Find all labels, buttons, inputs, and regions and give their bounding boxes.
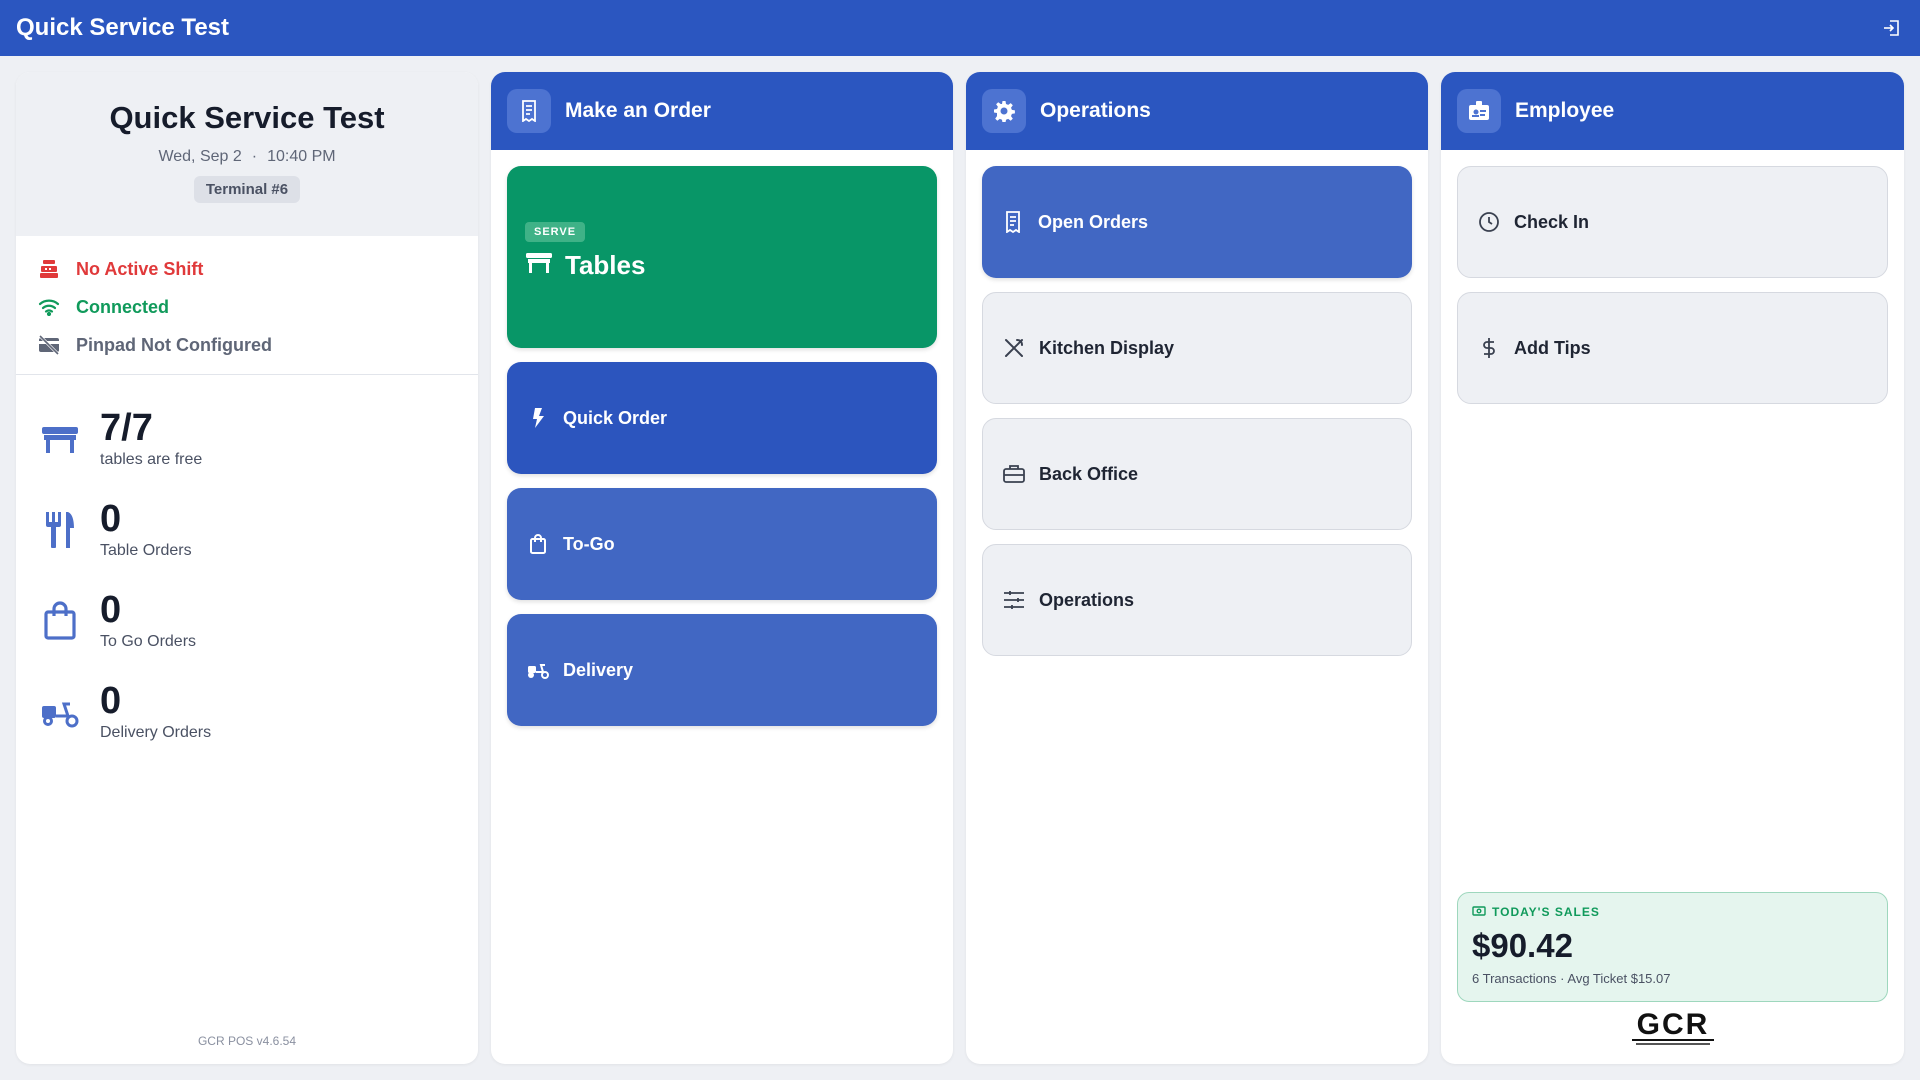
card-off-icon [36, 332, 62, 358]
sales-heading-text: TODAY'S SALES [1492, 905, 1600, 919]
gear-icon [982, 89, 1026, 133]
bag-icon [527, 533, 549, 555]
tables-tile[interactable]: SERVE Tables [507, 166, 937, 348]
scooter-icon [527, 659, 549, 681]
stat-tables: 7/7 tables are free [36, 393, 458, 484]
operations-panel-header: Operations [966, 72, 1428, 150]
shift-label: No Active Shift [76, 258, 204, 279]
bag-icon [36, 597, 84, 645]
clock-icon [1478, 211, 1500, 233]
delivery-orders-value: 0 [100, 679, 122, 722]
stat-delivery-orders: 0 Delivery Orders [36, 666, 458, 757]
kitchen-display-label: Kitchen Display [1039, 337, 1175, 358]
stat-togo-orders: 0 To Go Orders [36, 575, 458, 666]
sales-heading: TODAY'S SALES [1472, 905, 1873, 919]
order-panel-title: Make an Order [565, 99, 711, 122]
back-office-button[interactable]: Back Office [982, 418, 1412, 530]
todays-sales-card: TODAY'S SALES $90.42 6 Transactions · Av… [1457, 892, 1888, 1002]
employee-panel-title: Employee [1515, 99, 1615, 122]
add-tips-button[interactable]: Add Tips [1457, 292, 1888, 404]
date-separator: · [251, 148, 258, 165]
check-in-button[interactable]: Check In [1457, 166, 1888, 278]
cash-icon [1472, 905, 1486, 919]
employee-tiles: Check In Add Tips [1441, 150, 1904, 420]
sales-amount: $90.42 [1472, 927, 1573, 964]
tables-label: Tables [565, 250, 646, 280]
wifi-icon [36, 294, 62, 320]
gcr-logo: GCR [1441, 1008, 1904, 1050]
togo-orders-value: 0 [100, 588, 122, 631]
app-version: GCR POS v4.6.54 [197, 1034, 297, 1048]
app-title: Quick Service Test [16, 14, 229, 41]
table-icon [525, 250, 553, 281]
quick-order-button[interactable]: Quick Order [507, 362, 937, 474]
connection-indicator: Connected [36, 288, 458, 326]
logout-icon[interactable] [1880, 16, 1904, 40]
store-name: Quick Service Test [109, 100, 385, 135]
dollar-icon [1478, 337, 1500, 359]
pinpad-label: Pinpad Not Configured [76, 334, 272, 355]
utensils-cross-icon [1003, 337, 1025, 359]
delivery-button[interactable]: Delivery [507, 614, 937, 726]
back-office-label: Back Office [1039, 463, 1139, 484]
id-badge-icon [1457, 89, 1501, 133]
status-indicators: No Active Shift Connected Pinpad Not Con… [16, 236, 478, 375]
tables-free-label: tables are free [100, 450, 203, 468]
order-panel-header: Make an Order [491, 72, 953, 150]
date-time: Wed, Sep 2 · 10:40 PM [158, 148, 335, 166]
receipt-icon [1002, 211, 1024, 233]
table-icon [36, 415, 84, 463]
bolt-icon [527, 407, 549, 429]
employee-panel: Employee Check In Add Tips TODAY'S SALES… [1441, 72, 1904, 1064]
sliders-icon [1003, 589, 1025, 611]
pinpad-indicator[interactable]: Pinpad Not Configured [36, 326, 458, 364]
table-orders-label: Table Orders [100, 541, 192, 559]
time-text: 10:40 PM [267, 148, 336, 165]
connection-label: Connected [76, 296, 170, 317]
top-bar: Quick Service Test [0, 0, 1920, 56]
receipt-icon [507, 89, 551, 133]
sales-summary: 6 Transactions · Avg Ticket $15.07 [1472, 971, 1671, 986]
operations-panel-title: Operations [1040, 99, 1151, 122]
open-orders-label: Open Orders [1038, 211, 1149, 232]
store-header: Quick Service Test Wed, Sep 2 · 10:40 PM… [16, 72, 478, 236]
to-go-label: To-Go [563, 533, 615, 554]
operations-label: Operations [1039, 589, 1135, 610]
operations-tiles: Open Orders Kitchen Display Back Office [966, 150, 1428, 672]
order-tiles: SERVE Tables Quick Order To-Go Delivery [491, 150, 953, 742]
open-orders-button[interactable]: Open Orders [982, 166, 1412, 278]
operations-button[interactable]: Operations [982, 544, 1412, 656]
shift-indicator[interactable]: No Active Shift [36, 250, 458, 288]
date-text: Wed, Sep 2 [158, 148, 242, 165]
tables-free-value: 7/7 [100, 406, 153, 449]
to-go-button[interactable]: To-Go [507, 488, 937, 600]
quick-order-label: Quick Order [563, 407, 668, 428]
serve-badge: SERVE [525, 222, 586, 242]
table-orders-value: 0 [100, 497, 122, 540]
briefcase-icon [1003, 463, 1025, 485]
status-panel: Quick Service Test Wed, Sep 2 · 10:40 PM… [16, 72, 478, 1064]
terminal-badge: Terminal #6 [193, 176, 301, 203]
employee-panel-header: Employee [1441, 72, 1904, 150]
kitchen-display-button[interactable]: Kitchen Display [982, 292, 1412, 404]
stats-list: 7/7 tables are free 0 Table Orders 0 To … [16, 375, 478, 775]
operations-panel: Operations Open Orders Kitchen Display B… [966, 72, 1428, 1064]
stat-table-orders: 0 Table Orders [36, 484, 458, 575]
delivery-orders-label: Delivery Orders [100, 723, 212, 741]
togo-orders-label: To Go Orders [100, 632, 197, 650]
order-panel: Make an Order SERVE Tables Quick Order T… [491, 72, 953, 1064]
svg-text:GCR: GCR [1636, 1008, 1709, 1041]
scooter-icon [36, 688, 84, 736]
register-icon [36, 256, 62, 282]
delivery-label: Delivery [563, 659, 634, 680]
check-in-label: Check In [1514, 211, 1590, 232]
add-tips-label: Add Tips [1514, 337, 1591, 358]
utensils-icon [36, 506, 84, 554]
